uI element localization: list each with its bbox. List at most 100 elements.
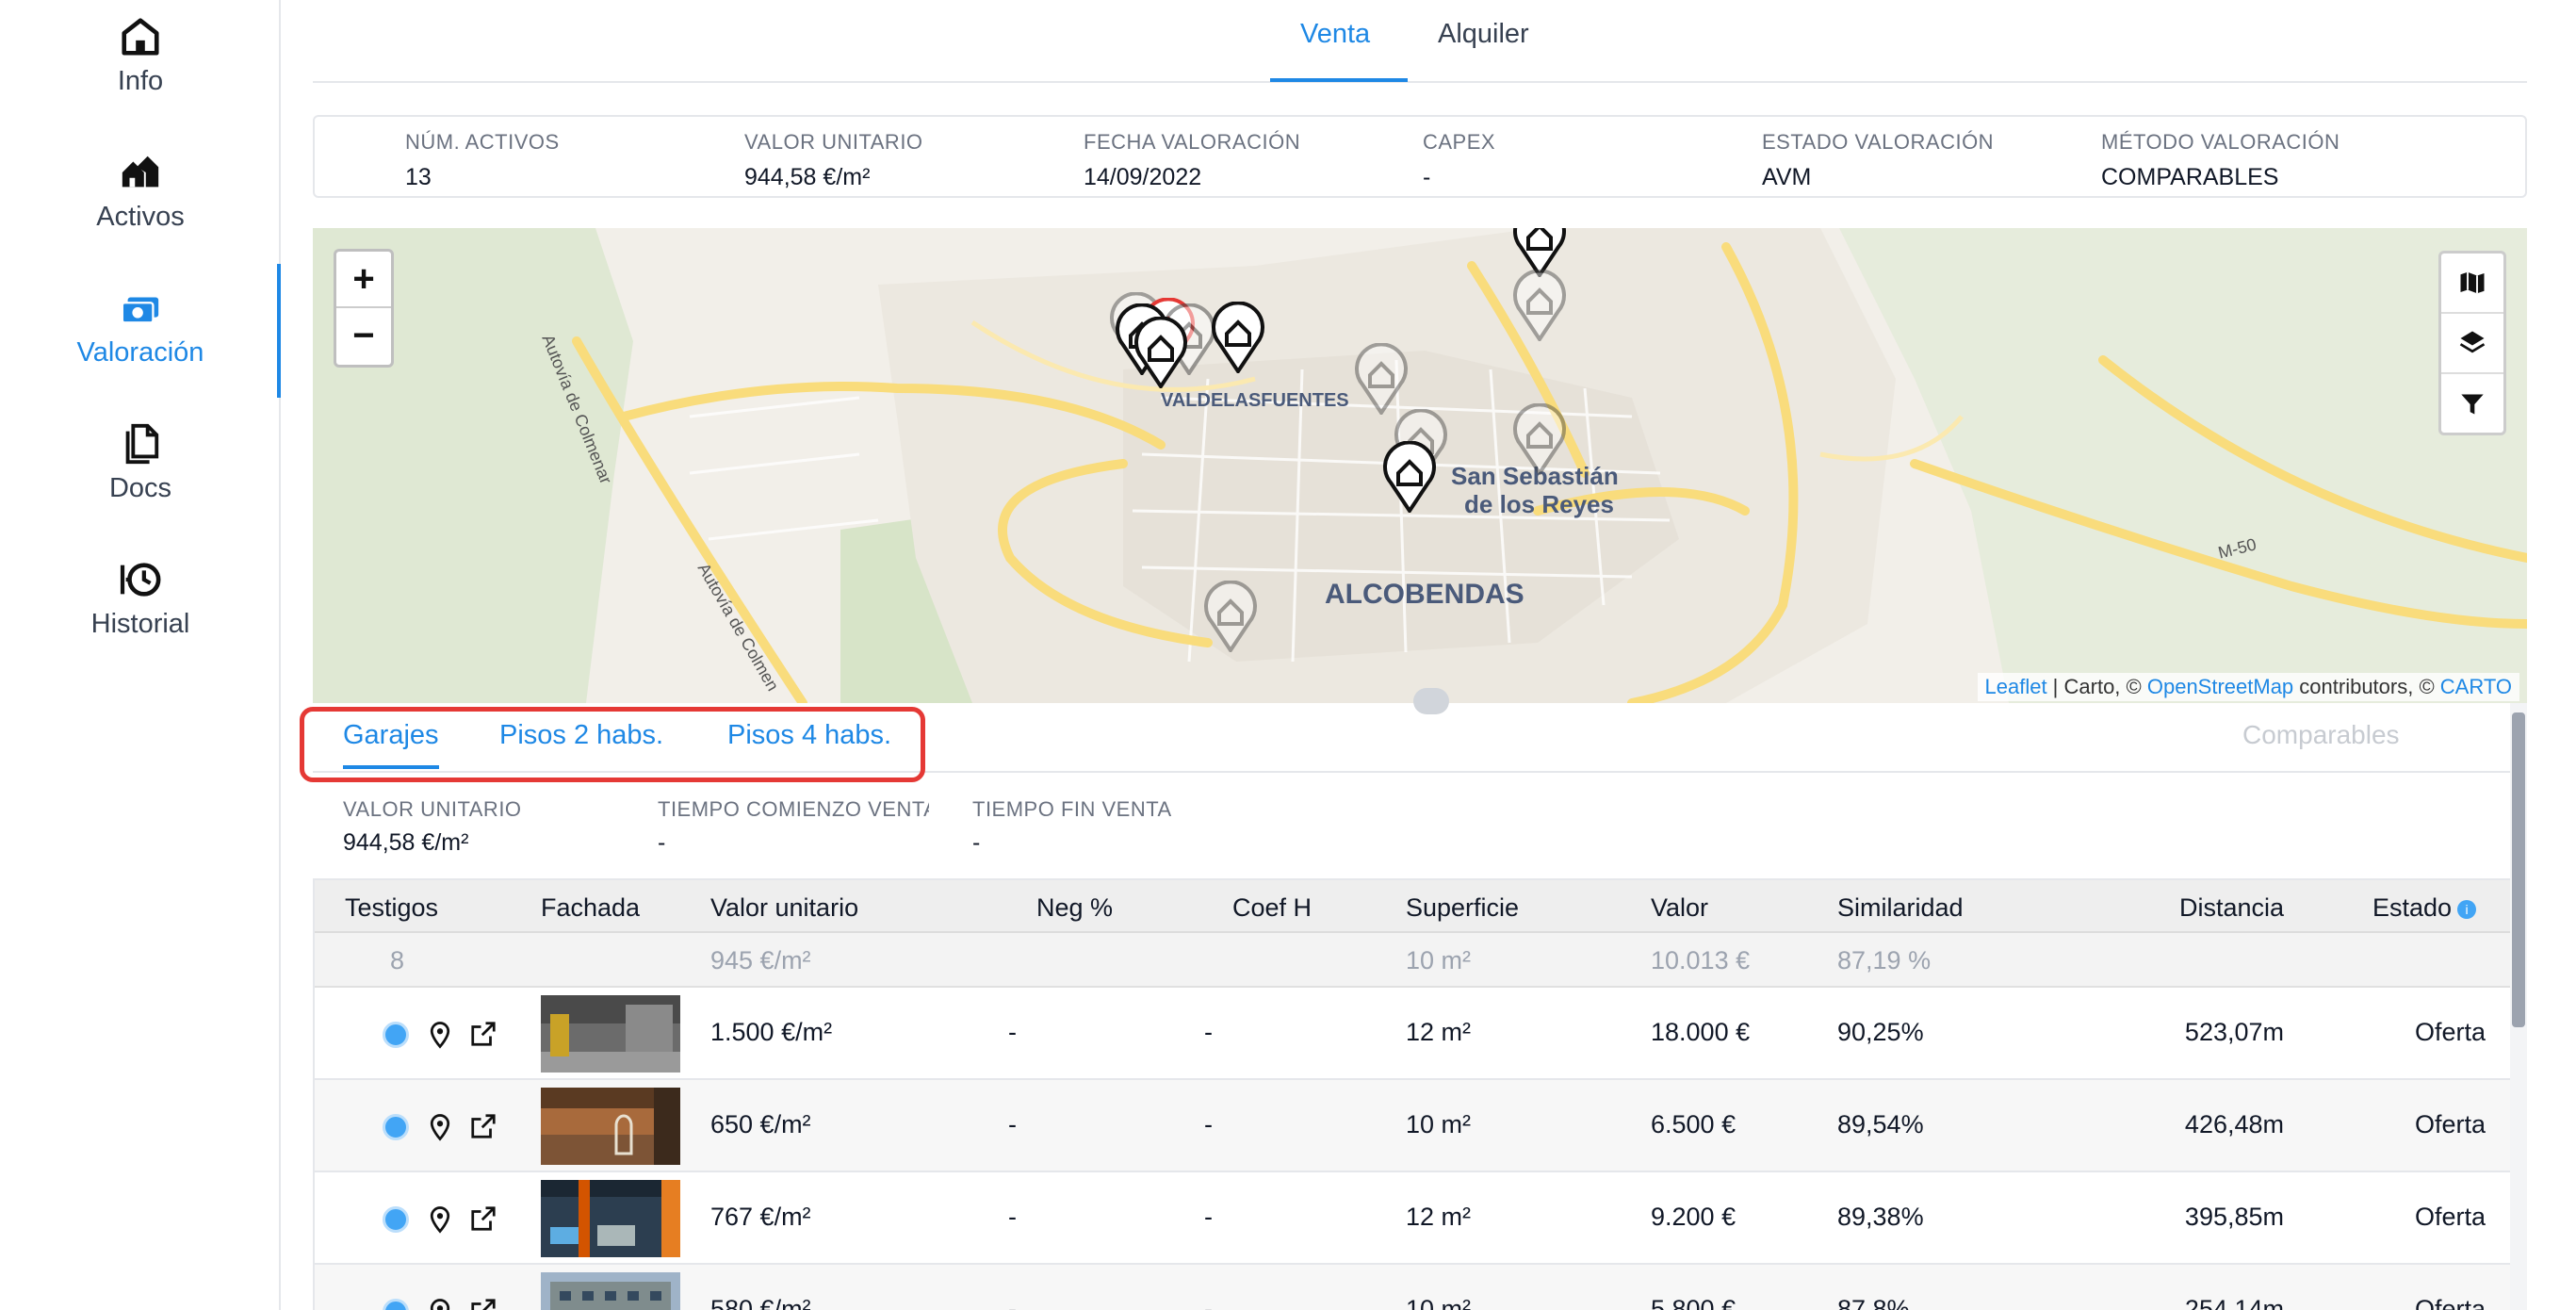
house-pin-icon xyxy=(1383,440,1436,515)
sidebar-item-valoracion[interactable]: Valoración xyxy=(0,287,281,409)
filter-button[interactable] xyxy=(2441,374,2503,434)
location-pin-icon[interactable] xyxy=(426,1297,454,1310)
house-pin-icon xyxy=(1513,269,1566,343)
row-actions xyxy=(383,1203,496,1235)
tab-underline xyxy=(1270,78,1408,82)
zoom-control: + − xyxy=(334,249,394,368)
external-link-icon[interactable] xyxy=(469,1297,497,1310)
summary-valor-unitario: VALOR UNITARIO 944,58 €/m² xyxy=(744,130,923,190)
table-row[interactable]: 650 €/m² - - 10 m² 6.500 € 89,54% 426,48… xyxy=(315,1080,2510,1172)
table-header: Testigos Fachada Valor unitario Neg % Co… xyxy=(315,880,2510,933)
sidebar: Info Activos Valoración Docs Historial xyxy=(0,0,281,1310)
summary-estado-valoracion: ESTADO VALORACIÓN AVM xyxy=(1762,130,1995,190)
map-marker[interactable] xyxy=(1511,402,1568,477)
table-scrollbar[interactable] xyxy=(2510,703,2527,1310)
summary-metodo-valoracion: MÉTODO VALORACIÓN COMPARABLES xyxy=(2101,130,2340,190)
table-row[interactable]: 1.500 €/m² - - 12 m² 18.000 € 90,25% 523… xyxy=(315,988,2510,1080)
map-attribution: Leaflet | Carto, © OpenStreetMap contrib… xyxy=(1977,673,2519,701)
col-superficie[interactable]: Superficie xyxy=(1406,893,1519,923)
sidebar-item-label: Docs xyxy=(108,473,172,503)
sidebar-item-label: Info xyxy=(117,66,164,96)
layers-button[interactable] xyxy=(2441,314,2503,374)
info-icon[interactable]: i xyxy=(2457,899,2477,919)
map-icon xyxy=(2460,271,2485,294)
leaflet-link[interactable]: Leaflet xyxy=(1985,675,2047,698)
table-row[interactable]: 767 €/m² - - 12 m² 9.200 € 89,38% 395,85… xyxy=(315,1172,2510,1265)
history-icon xyxy=(120,563,161,597)
map[interactable]: Autovía de Colmenar Autovía de Colmen M-… xyxy=(313,228,2527,703)
house-pin-icon xyxy=(1212,301,1264,375)
external-link-icon[interactable] xyxy=(469,1204,497,1233)
summary-num-activos: NÚM. ACTIVOS 13 xyxy=(405,130,560,190)
zoom-out-button[interactable]: − xyxy=(336,308,391,365)
location-pin-icon[interactable] xyxy=(426,1112,454,1142)
map-view-button[interactable] xyxy=(2441,254,2503,314)
col-valor-unitario[interactable]: Valor unitario xyxy=(710,893,858,923)
documents-icon xyxy=(125,423,159,465)
map-marker[interactable] xyxy=(1202,580,1259,654)
row-actions xyxy=(383,1295,496,1310)
location-pin-icon[interactable] xyxy=(426,1020,454,1050)
filter-icon xyxy=(2461,394,2484,415)
table-row[interactable]: 580 €/m² - - 10 m² 5.800 € 87,8% 254,14m… xyxy=(315,1265,2510,1310)
map-marker[interactable] xyxy=(1133,316,1189,390)
home-icon xyxy=(122,18,159,56)
house-pin-icon xyxy=(1355,342,1408,417)
facade-thumbnail[interactable] xyxy=(541,1088,680,1165)
col-testigos[interactable]: Testigos xyxy=(345,893,438,923)
place-label-alcobendas: ALCOBENDAS xyxy=(1325,579,1524,610)
col-coef[interactable]: Coef H xyxy=(1232,893,1312,923)
zoom-in-button[interactable]: + xyxy=(336,252,391,308)
map-marker[interactable] xyxy=(1511,269,1568,343)
external-link-icon[interactable] xyxy=(469,1112,497,1140)
status-dot[interactable] xyxy=(383,1114,409,1140)
carto-link[interactable]: CARTO xyxy=(2440,675,2512,698)
summary-capex: CAPEX - xyxy=(1423,130,1496,190)
house-pin-icon xyxy=(1513,402,1566,477)
tab-venta[interactable]: Venta xyxy=(1300,19,1370,50)
col-valor[interactable]: Valor xyxy=(1651,893,1708,923)
top-tabs: Venta Alquiler xyxy=(313,0,2527,83)
summary-fecha-valoracion: FECHA VALORACIÓN 14/09/2022 xyxy=(1084,130,1301,190)
map-layer-controls xyxy=(2438,251,2506,435)
status-dot[interactable] xyxy=(383,1299,409,1310)
facade-thumbnail[interactable] xyxy=(541,1180,680,1257)
status-dot[interactable] xyxy=(383,1206,409,1233)
map-marker[interactable] xyxy=(1353,342,1410,417)
map-marker[interactable] xyxy=(1210,301,1266,375)
map-marker[interactable] xyxy=(1381,440,1438,515)
sub-summary-valor-unitario: VALOR UNITARIO 944,58 €/m² xyxy=(343,797,522,856)
sub-summary-tiempo-fin: TIEMPO FIN VENTA - xyxy=(972,797,1172,856)
table-summary-row: 8 945 €/m² 10 m² 10.013 € 87,19 % xyxy=(315,933,2510,988)
sub-summary-tiempo-comienzo: TIEMPO COMIENZO VENTA - xyxy=(658,797,929,856)
houses-icon xyxy=(122,156,159,188)
external-link-icon[interactable] xyxy=(469,1020,497,1048)
house-pin-icon xyxy=(1204,580,1257,654)
active-indicator xyxy=(277,264,281,398)
comparables-table: Testigos Fachada Valor unitario Neg % Co… xyxy=(313,878,2512,1310)
facade-thumbnail[interactable] xyxy=(541,995,680,1073)
sidebar-item-label: Activos xyxy=(96,202,185,232)
col-estado[interactable]: Estado i xyxy=(2372,893,2477,923)
sidebar-item-historial[interactable]: Historial xyxy=(0,558,281,680)
tab-alquiler[interactable]: Alquiler xyxy=(1438,19,1529,50)
scrollbar-thumb[interactable] xyxy=(2512,712,2525,1027)
sidebar-item-info[interactable]: Info xyxy=(0,15,281,138)
valuation-summary: NÚM. ACTIVOS 13 VALOR UNITARIO 944,58 €/… xyxy=(313,115,2527,198)
col-distancia[interactable]: Distancia xyxy=(2179,893,2284,923)
money-icon xyxy=(121,297,159,324)
osm-link[interactable]: OpenStreetMap xyxy=(2147,675,2293,698)
sidebar-item-label: Valoración xyxy=(76,337,204,368)
col-similaridad[interactable]: Similaridad xyxy=(1837,893,1964,923)
place-label-valdelasfuentes: VALDELASFUENTES xyxy=(1161,390,1349,411)
sidebar-item-label: Historial xyxy=(90,609,190,639)
comparables-button[interactable]: Comparables xyxy=(2242,720,2400,750)
col-fachada[interactable]: Fachada xyxy=(541,893,640,923)
highlight-annotation xyxy=(300,707,925,782)
sidebar-item-docs[interactable]: Docs xyxy=(0,422,281,545)
facade-thumbnail[interactable] xyxy=(541,1272,680,1310)
col-neg[interactable]: Neg % xyxy=(1036,893,1113,923)
status-dot[interactable] xyxy=(383,1022,409,1048)
location-pin-icon[interactable] xyxy=(426,1204,454,1235)
sidebar-item-activos[interactable]: Activos xyxy=(0,151,281,273)
